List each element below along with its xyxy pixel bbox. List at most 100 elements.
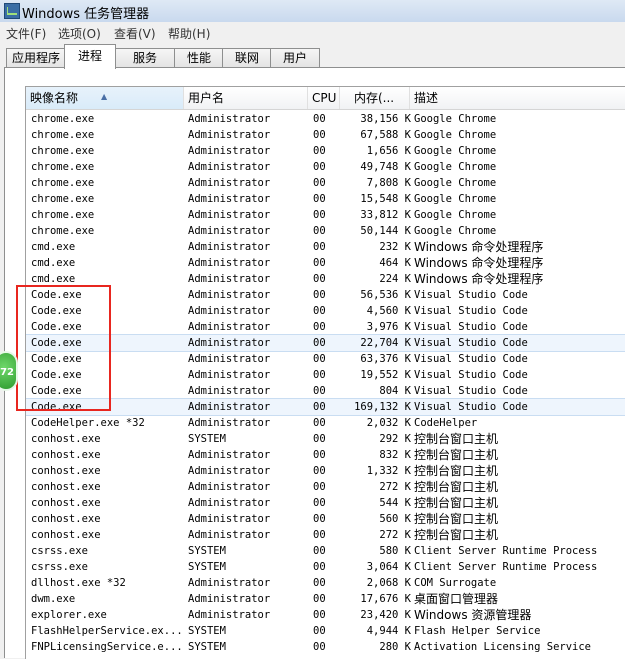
process-user: Administrator <box>188 273 271 285</box>
table-row[interactable]: dwm.exe Administrator 00 17,676 K 桌面窗口管理器 <box>26 591 625 607</box>
process-description: Google Chrome <box>414 145 497 157</box>
table-row[interactable]: csrss.exe SYSTEM 00 3,064 K Client Server Ru… <box>26 559 625 575</box>
table-row[interactable]: conhost.exe Administrator 00 832 K 控制台窗口主机 <box>26 447 625 463</box>
process-description: Visual Studio Code <box>414 385 528 397</box>
process-description: 控制台窗口主机 <box>414 496 499 510</box>
column-user-name[interactable]: 用户名 <box>184 87 308 109</box>
task-manager-icon <box>4 3 20 19</box>
process-description: Visual Studio Code <box>414 305 528 317</box>
table-row[interactable]: chrome.exe Administrator 00 33,812 K Google … <box>26 207 625 223</box>
tab-users[interactable]: 用户 <box>270 48 320 68</box>
process-memory: 23,420 K <box>360 609 411 621</box>
process-user: Administrator <box>188 177 271 189</box>
tab-applications[interactable]: 应用程序 <box>6 48 66 68</box>
table-row[interactable]: conhost.exe Administrator 00 544 K 控制台窗口主机 <box>26 495 625 511</box>
table-row[interactable]: FNPLicensingService.e... SYSTEM 00 280 K Act… <box>26 639 625 655</box>
table-row[interactable]: FlashHelperService.ex... SYSTEM 00 4,944 KF… <box>26 623 625 639</box>
process-name: chrome.exe <box>31 161 95 173</box>
tab-services[interactable]: 服务 <box>114 48 176 68</box>
process-description: Windows 命令处理程序 <box>414 256 544 270</box>
process-memory: 232 K <box>379 241 411 253</box>
window-title: Windows 任务管理器 <box>22 7 150 22</box>
table-row[interactable]: cmd.exe Administrator 00 232 K Windows 命令处理程… <box>26 239 625 255</box>
table-row[interactable]: chrome.exe Administrator 00 50,144 K Google … <box>26 223 625 239</box>
process-memory: 272 K <box>379 481 411 493</box>
highlight-box-code-processes <box>16 285 111 411</box>
process-description: 控制台窗口主机 <box>414 512 499 526</box>
process-description: Windows 命令处理程序 <box>414 272 544 286</box>
column-description[interactable]: 描述 <box>410 87 625 109</box>
process-description: Google Chrome <box>414 209 497 221</box>
process-memory: 272 K <box>379 529 411 541</box>
table-row[interactable]: chrome.exe Administrator 00 67,588 K Google … <box>26 127 625 143</box>
process-memory: 7,808 K <box>366 177 411 189</box>
process-rows: chrome.exe Administrator 00 38,156 K Google … <box>26 111 625 655</box>
process-name: chrome.exe <box>31 177 95 189</box>
table-row[interactable]: chrome.exe Administrator 00 1,656 K Google C… <box>26 143 625 159</box>
process-description: 控制台窗口主机 <box>414 432 499 446</box>
table-row[interactable]: Code.exe Administrator 00 19,552 K Visual St… <box>26 367 625 383</box>
process-memory: 224 K <box>379 273 411 285</box>
table-row[interactable]: cmd.exe Administrator 00 464 K Windows 命令处理程… <box>26 255 625 271</box>
process-memory: 22,704 K <box>360 337 411 349</box>
table-row[interactable]: chrome.exe Administrator 00 49,748 K Google … <box>26 159 625 175</box>
column-image-name[interactable]: ▲ 映像名称 <box>26 87 184 109</box>
menu-help[interactable]: 帮助(H) <box>168 25 210 42</box>
table-row[interactable]: CodeHelper.exe *32 Administrator 00 2,032 K… <box>26 415 625 431</box>
table-row[interactable]: conhost.exe Administrator 00 272 K 控制台窗口主机 <box>26 527 625 543</box>
process-memory: 4,560 K <box>366 305 411 317</box>
sort-up-icon: ▲ <box>101 92 108 101</box>
process-description: Google Chrome <box>414 225 497 237</box>
process-user: Administrator <box>188 337 271 349</box>
table-row[interactable]: dllhost.exe *32 Administrator 00 2,068 K COM… <box>26 575 625 591</box>
table-row[interactable]: cmd.exe Administrator 00 224 K Windows 命令处理程… <box>26 271 625 287</box>
table-row[interactable]: conhost.exe Administrator 00 1,332 K 控制台窗口主机 <box>26 463 625 479</box>
tab-networking[interactable]: 联网 <box>222 48 272 68</box>
process-memory: 15,548 K <box>360 193 411 205</box>
process-description: Visual Studio Code <box>414 337 528 349</box>
process-user: SYSTEM <box>188 625 226 637</box>
table-row[interactable]: chrome.exe Administrator 00 38,156 K Google … <box>26 111 625 127</box>
table-row[interactable]: Code.exe Administrator 00 56,536 K Visual St… <box>26 287 625 303</box>
table-row[interactable]: csrss.exe SYSTEM 00 580 K Client Server Runt… <box>26 543 625 559</box>
table-row[interactable]: Code.exe Administrator 00 3,976 K Visual Stu… <box>26 319 625 335</box>
table-row[interactable]: Code.exe Administrator 00 4,560 K Visual Stu… <box>26 303 625 319</box>
process-name: chrome.exe <box>31 129 95 141</box>
table-row[interactable]: conhost.exe Administrator 00 272 K 控制台窗口主机 <box>26 479 625 495</box>
table-row[interactable]: Code.exe Administrator 00 804 K Visual Studi… <box>26 383 625 399</box>
menu-file[interactable]: 文件(F) <box>6 25 46 42</box>
table-row[interactable]: Code.exe Administrator 00 63,376 K Visual St… <box>26 351 625 367</box>
floating-badge[interactable]: 72 <box>0 351 18 391</box>
column-memory[interactable]: 内存(... <box>340 87 410 109</box>
menu-options[interactable]: 选项(O) <box>58 25 101 42</box>
process-user: Administrator <box>188 353 271 365</box>
process-name: chrome.exe <box>31 225 95 237</box>
process-memory: 2,032 K <box>366 417 411 429</box>
process-user: Administrator <box>188 401 271 413</box>
table-row[interactable]: Code.exe Administrator 00 22,704 K Visual St… <box>26 334 625 352</box>
tab-performance[interactable]: 性能 <box>174 48 224 68</box>
process-memory: 2,068 K <box>366 577 411 589</box>
table-row[interactable]: explorer.exe Administrator 00 23,420 K Windo… <box>26 607 625 623</box>
process-name: conhost.exe <box>31 529 101 541</box>
process-name: conhost.exe <box>31 449 101 461</box>
process-description: 控制台窗口主机 <box>414 528 499 542</box>
process-name: dllhost.exe *32 <box>31 577 126 589</box>
column-cpu-label: CPU <box>312 91 337 105</box>
table-row[interactable]: conhost.exe SYSTEM 00 292 K 控制台窗口主机 <box>26 431 625 447</box>
menu-view[interactable]: 查看(V) <box>114 25 156 42</box>
table-row[interactable]: conhost.exe Administrator 00 560 K 控制台窗口主机 <box>26 511 625 527</box>
column-memory-label: 内存(... <box>354 91 395 105</box>
table-row[interactable]: chrome.exe Administrator 00 15,548 K Google … <box>26 191 625 207</box>
table-row[interactable]: Code.exe Administrator 00 169,132 K Visual S… <box>26 398 625 416</box>
process-user: Administrator <box>188 193 271 205</box>
process-user: Administrator <box>188 129 271 141</box>
process-name: conhost.exe <box>31 497 101 509</box>
tab-processes[interactable]: 进程 <box>64 44 116 69</box>
column-cpu[interactable]: CPU <box>308 87 340 109</box>
process-user: Administrator <box>188 593 271 605</box>
table-row[interactable]: chrome.exe Administrator 00 7,808 K Google C… <box>26 175 625 191</box>
tab-strip: 应用程序 进程 服务 性能 联网 用户 <box>0 44 625 69</box>
process-name: FlashHelperService.ex... <box>31 625 181 637</box>
process-list[interactable]: ▲ 映像名称 用户名 CPU 内存(... 描述 chrome.exe Admin… <box>25 86 625 659</box>
